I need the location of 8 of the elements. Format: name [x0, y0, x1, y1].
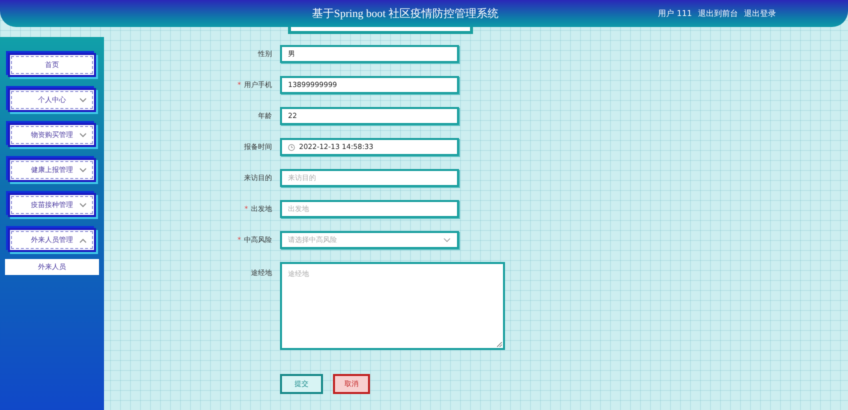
resize-grip-icon — [497, 342, 502, 347]
chevron-icon — [443, 238, 451, 242]
user-name: 用户 111 — [658, 8, 692, 19]
header-link[interactable]: 退出到前台 — [698, 8, 738, 19]
input-field[interactable] — [288, 27, 473, 34]
clock-icon — [288, 144, 295, 150]
system-title: 基于Spring boot 社区疫情防控管理系统 — [312, 6, 498, 21]
header-link[interactable]: 退出登录 — [744, 8, 776, 19]
